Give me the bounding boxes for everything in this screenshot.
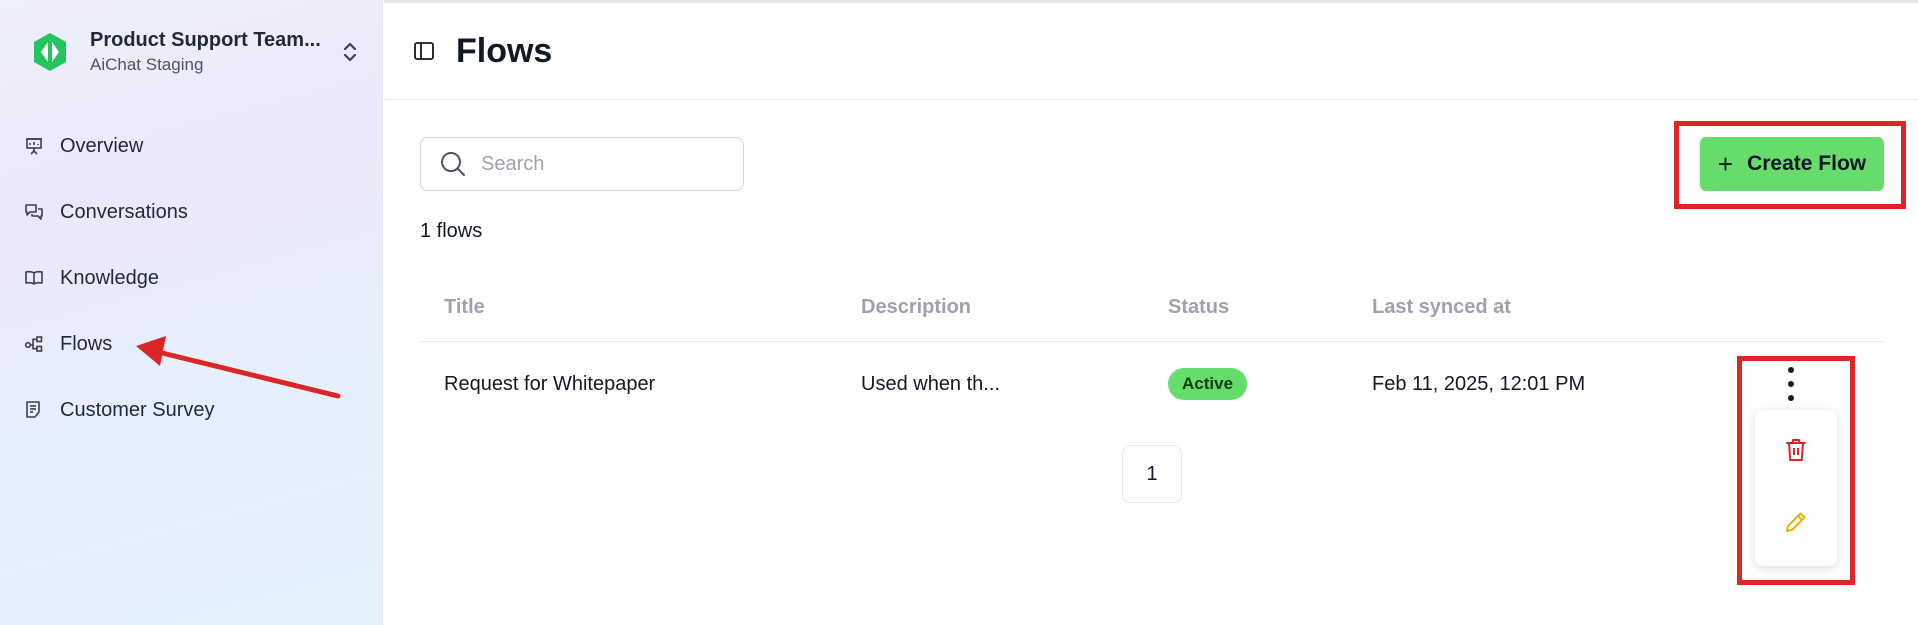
chat-bubbles-icon	[22, 200, 46, 224]
sidebar: Product Support Team... AiChat Staging O…	[0, 0, 383, 625]
annotation-arrow	[136, 336, 341, 399]
page-header: Flows	[384, 0, 1918, 100]
flow-last-synced: Feb 11, 2025, 12:01 PM	[1372, 373, 1586, 395]
column-header-title: Title	[444, 296, 485, 318]
sidebar-item-label: Flows	[60, 332, 113, 355]
sidebar-item-label: Conversations	[60, 200, 188, 223]
flow-description: Used when th...	[861, 373, 1000, 395]
workspace-environment: AiChat Staging	[90, 55, 204, 74]
table-header: Title Description Status Last synced at	[420, 280, 1884, 342]
presentation-icon	[22, 134, 46, 158]
annotation-highlight-box	[1737, 356, 1855, 585]
workspace-switcher[interactable]: Product Support Team... AiChat Staging	[22, 24, 362, 80]
search-box[interactable]	[420, 137, 744, 191]
page-title: Flows	[456, 31, 553, 70]
survey-icon	[22, 398, 46, 422]
search-icon	[439, 150, 467, 178]
flow-icon	[22, 332, 46, 356]
flow-count: 1 flows	[420, 220, 483, 242]
table-row[interactable]: Request for Whitepaper Used when th... A…	[420, 343, 1884, 427]
pagination-page-1[interactable]: 1	[1122, 445, 1182, 503]
sidebar-item-knowledge[interactable]: Knowledge	[22, 256, 352, 300]
sidebar-item-conversations[interactable]: Conversations	[22, 190, 352, 234]
column-header-last-synced: Last synced at	[1372, 296, 1511, 318]
sidebar-item-label: Overview	[60, 134, 144, 157]
sidebar-item-overview[interactable]: Overview	[22, 124, 352, 168]
annotation-highlight-box	[1674, 121, 1906, 209]
status-badge: Active	[1168, 368, 1248, 400]
workspace-name: Product Support Team...	[90, 29, 321, 51]
chevron-up-down-icon	[338, 36, 362, 68]
book-icon	[22, 266, 46, 290]
column-header-status: Status	[1168, 296, 1230, 318]
aichat-logo-icon	[22, 24, 78, 80]
column-header-description: Description	[861, 296, 972, 318]
flow-title: Request for Whitepaper	[444, 373, 656, 395]
sidebar-toggle-icon[interactable]	[410, 37, 438, 65]
search-input[interactable]	[481, 152, 731, 176]
sidebar-item-label: Knowledge	[60, 266, 159, 289]
